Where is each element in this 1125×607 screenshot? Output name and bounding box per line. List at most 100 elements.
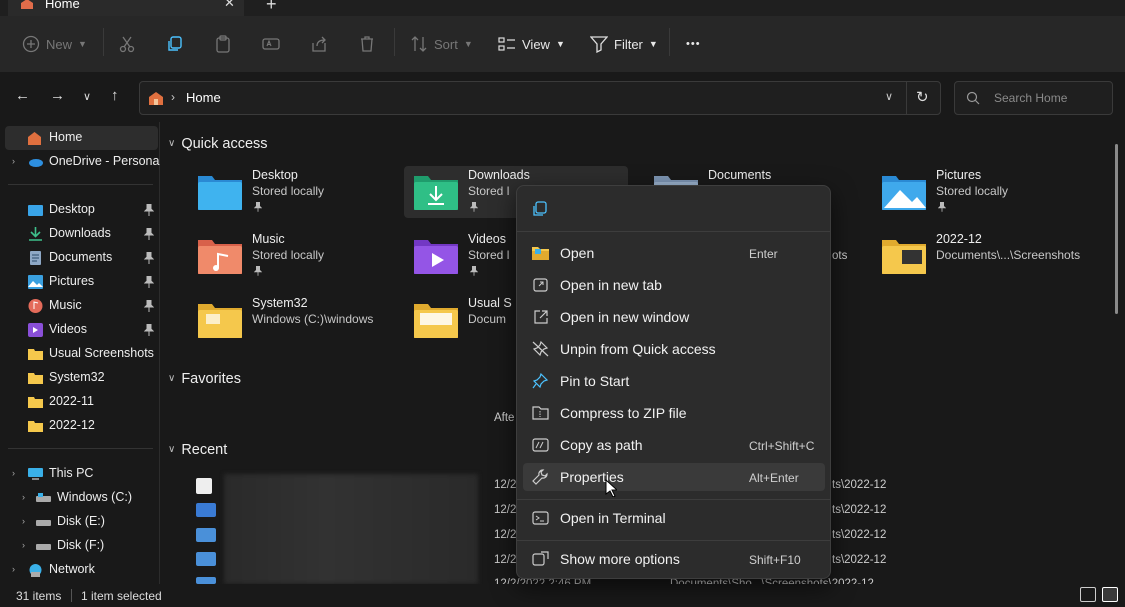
document-icon (30, 251, 41, 265)
sidebar-item-label: Music (49, 298, 82, 312)
vertical-scrollbar[interactable] (1115, 144, 1118, 314)
tile-system32[interactable]: System32 Windows (C:)\windows (188, 294, 412, 346)
forward-arrow-icon[interactable]: → (50, 87, 65, 104)
menu-item-compress-zip[interactable]: Compress to ZIP file (523, 399, 825, 427)
sort-icon (411, 36, 427, 52)
sidebar-item-2022-12[interactable]: 2022-12 (0, 414, 158, 438)
tile-desktop[interactable]: Desktop Stored locally (188, 166, 412, 218)
more-options-button[interactable]: ••• (686, 16, 701, 72)
trash-icon (361, 36, 373, 52)
paste-button[interactable] (214, 16, 232, 72)
new-tab-button[interactable]: + (266, 0, 277, 15)
expand-chevron-icon[interactable]: › (22, 540, 25, 550)
collapse-chevron-icon[interactable]: ∨ (168, 444, 175, 455)
expand-chevron-icon[interactable]: › (12, 156, 15, 166)
pin-icon (144, 252, 154, 264)
quick-access-header[interactable]: ∨ Quick access (168, 136, 268, 152)
navigation-bar: ← → ∨ ↑ › Home ∨ ↻ Search Home (0, 72, 1125, 122)
expand-chevron-icon[interactable]: › (22, 516, 25, 526)
expand-chevron-icon[interactable]: › (22, 492, 25, 502)
sidebar-item-disk-e[interactable]: › Disk (E:) (0, 510, 158, 534)
drive-icon (36, 520, 51, 526)
details-view-icon[interactable] (1080, 587, 1096, 602)
computer-icon (28, 468, 43, 480)
rename-button[interactable] (262, 16, 280, 72)
menu-item-show-more-options[interactable]: Show more options Shift+F10 (523, 545, 825, 573)
menu-item-label: Pin to Start (560, 373, 630, 389)
sidebar-item-home[interactable]: Home (5, 126, 158, 150)
sidebar-item-videos[interactable]: Videos (0, 318, 158, 342)
new-button[interactable]: New ▼ (22, 16, 87, 72)
tab-close-button[interactable]: ✕ (224, 0, 235, 11)
folder-icon (28, 421, 43, 432)
home-icon (149, 92, 163, 105)
sidebar-item-downloads[interactable]: Downloads (0, 222, 158, 246)
sidebar-item-windows-c[interactable]: › Windows (C:) (0, 486, 158, 510)
sidebar-item-label: This PC (49, 466, 94, 480)
menu-item-open-new-tab[interactable]: Open in new tab (523, 271, 825, 299)
sidebar-item-pictures[interactable]: Pictures (0, 270, 158, 294)
sidebar-item-label: Network (49, 562, 95, 576)
recent-locations-chevron-icon[interactable]: ∨ (83, 90, 91, 103)
cut-button[interactable] (118, 16, 136, 72)
folder-icon (28, 397, 43, 408)
navigation-pane: Home › OneDrive - Personal Desktop Downl… (0, 122, 162, 584)
sidebar-item-documents[interactable]: Documents (0, 246, 158, 270)
sort-button[interactable]: Sort ▼ (410, 16, 473, 72)
menu-item-properties[interactable]: Properties Alt+Enter (523, 463, 825, 491)
tiles-view-icon[interactable] (1102, 587, 1118, 602)
address-dropdown-icon[interactable]: ∨ (885, 90, 893, 103)
favorites-header[interactable]: ∨ Favorites (168, 371, 241, 387)
tile-name: System32 (252, 296, 308, 310)
collapse-chevron-icon[interactable]: ∨ (168, 138, 175, 149)
sidebar-item-this-pc[interactable]: › This PC (0, 462, 158, 486)
address-bar[interactable]: › Home ∨ ↻ (139, 81, 941, 115)
share-button[interactable] (310, 16, 328, 72)
tile-location: Docum (468, 312, 507, 326)
sidebar-item-label: Pictures (49, 274, 95, 288)
collapse-chevron-icon[interactable]: ∨ (168, 373, 175, 384)
sidebar-item-usual-screenshots[interactable]: Usual Screenshots (0, 342, 158, 366)
view-button[interactable]: View ▼ (498, 16, 565, 72)
sidebar-item-disk-f[interactable]: › Disk (F:) (0, 534, 158, 558)
drive-icon (36, 493, 51, 502)
tab-home[interactable]: Home ✕ (8, 0, 244, 16)
recent-header[interactable]: ∨ Recent (168, 442, 227, 458)
tile-name: Downloads (468, 168, 530, 182)
folder-icon (28, 349, 43, 360)
back-arrow-icon[interactable]: ← (15, 87, 30, 104)
sidebar-item-network[interactable]: › Network (0, 558, 158, 582)
home-icon (28, 132, 41, 145)
menu-item-pin-to-start[interactable]: Pin to Start (523, 367, 825, 395)
zip-icon (532, 406, 549, 420)
up-arrow-icon[interactable]: ↑ (111, 87, 119, 104)
sidebar-item-desktop[interactable]: Desktop (0, 198, 158, 222)
menu-item-open-terminal[interactable]: Open in Terminal (523, 504, 825, 532)
search-box[interactable]: Search Home (954, 81, 1113, 115)
filter-button[interactable]: Filter ▼ (590, 16, 658, 72)
delete-button[interactable] (358, 16, 376, 72)
sidebar-item-label: Desktop (49, 202, 95, 216)
breadcrumb-home[interactable]: Home (186, 90, 221, 105)
expand-chevron-icon[interactable]: › (12, 564, 15, 574)
menu-item-open-new-window[interactable]: Open in new window (523, 303, 825, 331)
sidebar-item-music[interactable]: Music (0, 294, 158, 318)
copy-button[interactable] (166, 16, 184, 72)
sidebar-item-onedrive[interactable]: › OneDrive - Personal (0, 150, 162, 174)
file-icon (196, 528, 216, 542)
sidebar-item-2022-11[interactable]: 2022-11 (0, 390, 158, 414)
sidebar-item-system32[interactable]: System32 (0, 366, 158, 390)
menu-item-shortcut: Shift+F10 (749, 553, 801, 567)
tile-music[interactable]: Music Stored locally (188, 230, 412, 282)
tile-2022-12[interactable]: 2022-12 Documents\...\Screenshots (872, 230, 1096, 282)
expand-chevron-icon[interactable]: › (12, 468, 15, 478)
refresh-icon[interactable]: ↻ (916, 88, 929, 106)
sidebar-item-label: Documents (49, 250, 113, 264)
sidebar-item-label: 2022-12 (49, 418, 95, 432)
music-folder-icon (198, 240, 242, 274)
tile-pictures[interactable]: Pictures Stored locally (872, 166, 1096, 218)
menu-item-open[interactable]: Open Enter (523, 239, 825, 267)
menu-item-unpin-quick-access[interactable]: Unpin from Quick access (523, 335, 825, 363)
menu-item-copy-as-path[interactable]: Copy as path Ctrl+Shift+C (523, 431, 825, 459)
copy-icon[interactable] (532, 201, 548, 217)
